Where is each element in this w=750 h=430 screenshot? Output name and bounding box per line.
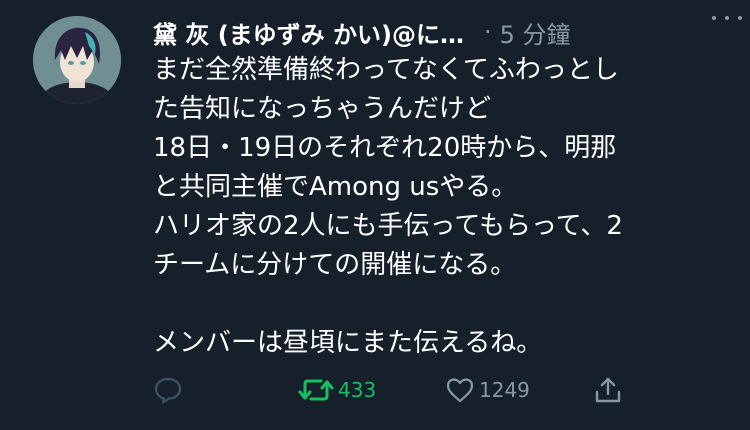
tweet-line: ハリオ家の2人にも手伝ってもらって、2 [153,211,623,241]
tweet-line: た告知になっちゃうんだけど [153,94,492,124]
tweet-line: メンバーは昼頃にまた伝えるね。 [153,328,543,358]
timestamp[interactable]: 5 分鐘 [500,15,571,50]
share-button[interactable] [593,370,623,410]
avatar[interactable] [33,16,121,104]
like-count: 1249 [479,378,530,402]
retweet-button[interactable]: 433 [298,370,376,410]
more-icon-dot [738,16,742,20]
tweet-line-blank [153,285,743,324]
more-icon-dot [725,16,729,20]
more-icon-dot [712,16,716,20]
heart-icon [446,378,474,403]
tweet-text: まだ全然準備終わってなくてふわっとし た告知になっちゃうんだけど 18日・19日… [153,51,743,363]
tweet[interactable]: 黛 灰 (まゆずみ かい)@に… · 5 分鐘 まだ全然準備終わってなくてふわっ… [0,0,750,430]
tweet-line: と共同主催でAmong usやる。 [153,172,518,202]
like-button[interactable]: 1249 [445,370,530,410]
share-icon [595,377,621,403]
reply-icon [154,377,182,404]
retweet-count: 433 [338,378,377,402]
avatar-icon [33,16,121,104]
action-bar: 433 1249 [153,370,633,410]
tweet-line: チームに分けての開催になる。 [153,250,517,280]
tweet-line: 18日・19日のそれぞれ20時から、明那 [153,133,617,163]
tweet-header: 黛 灰 (まゆずみ かい)@に… · 5 分鐘 [153,14,743,50]
more-options-button[interactable] [712,8,742,28]
tweet-line: まだ全然準備終わってなくてふわっとし [153,55,619,85]
display-name[interactable]: 黛 灰 (まゆずみ かい)@に… [153,15,464,50]
reply-button[interactable] [153,370,187,410]
separator-dot: · [484,18,492,46]
retweet-icon [298,379,334,401]
